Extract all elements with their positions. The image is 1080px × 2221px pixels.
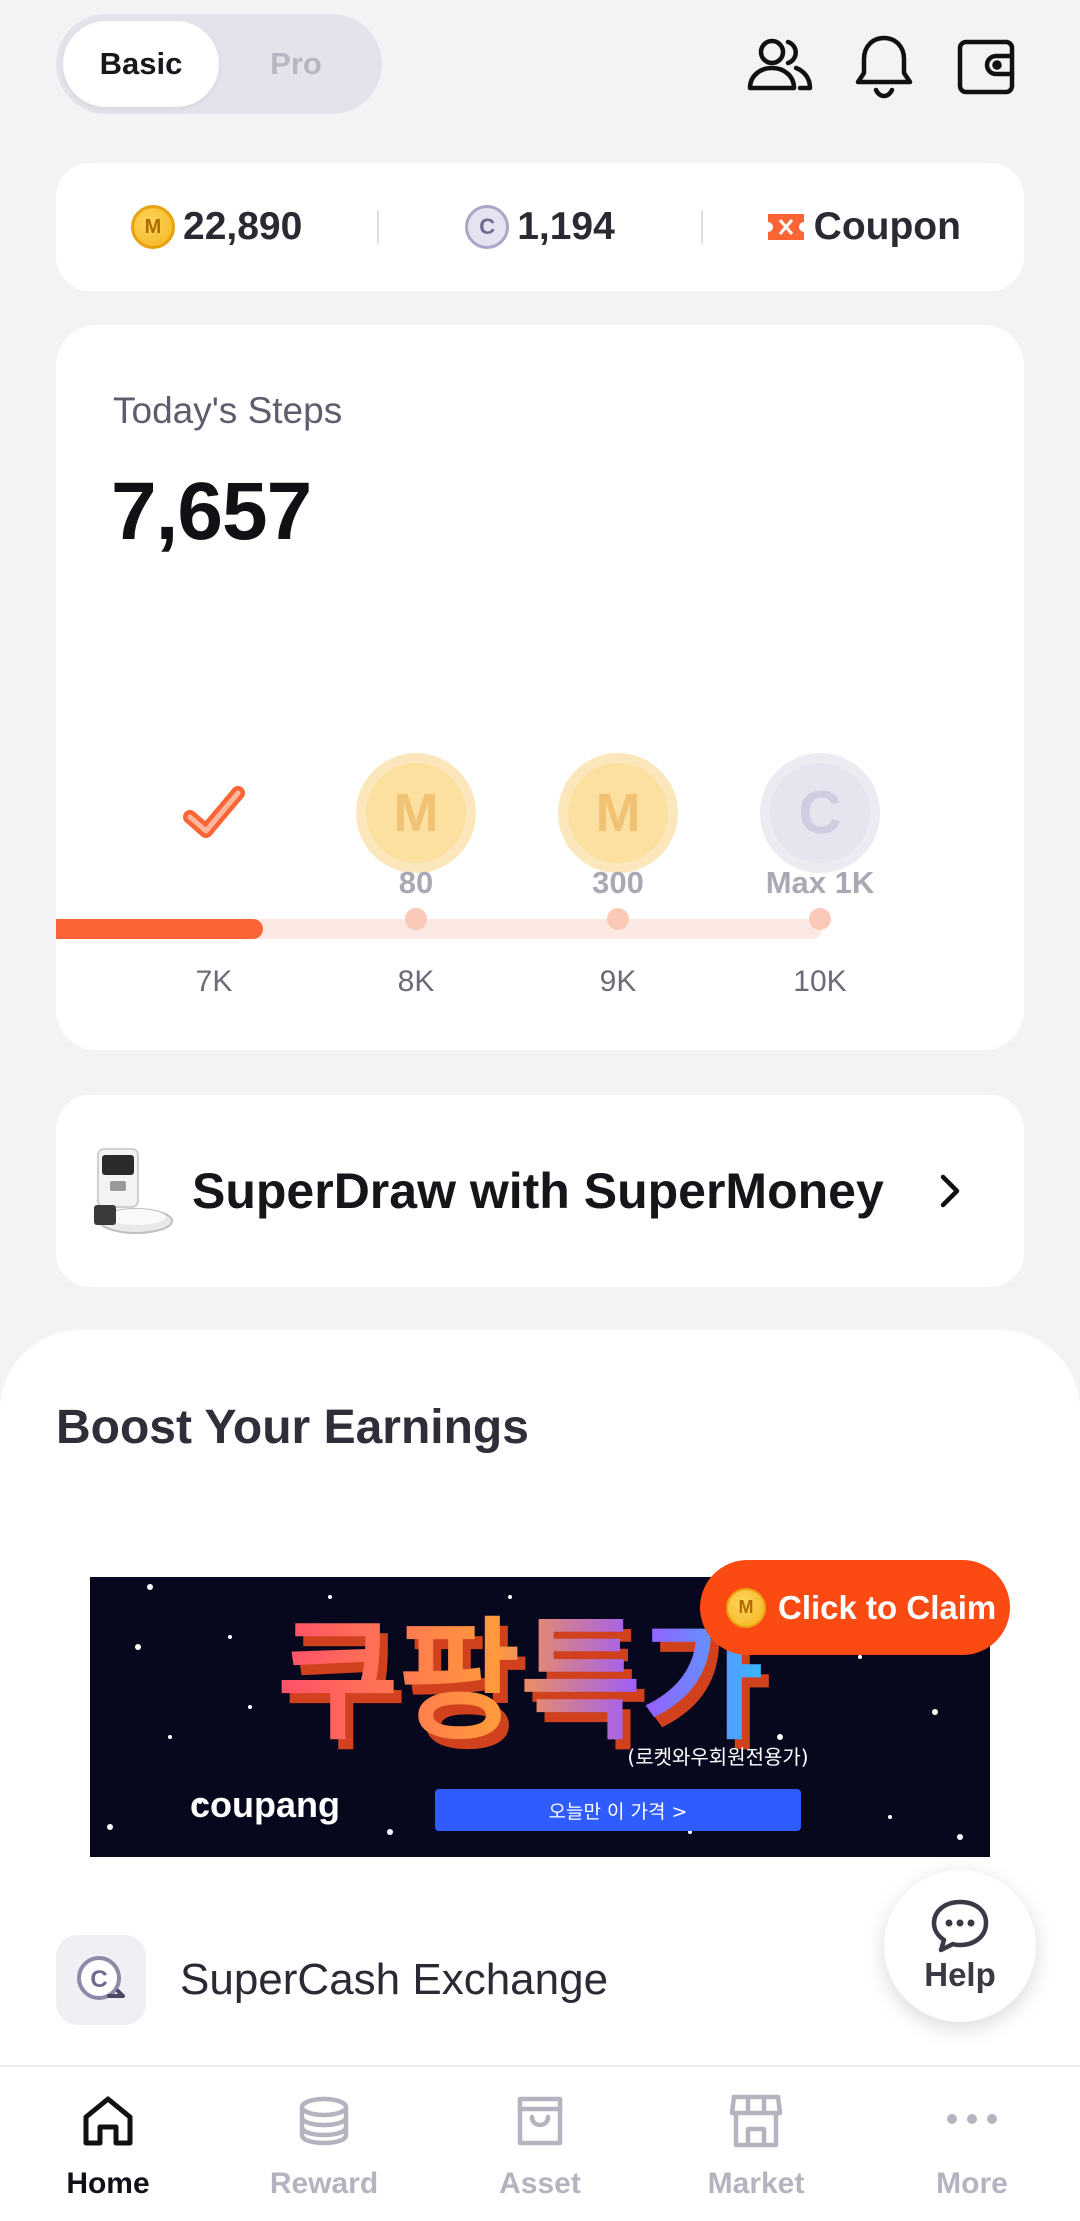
supercash-coin-icon: C [465, 205, 510, 249]
milestone-c-coin-icon[interactable]: C [758, 751, 882, 875]
svg-text:(로켓와우회원전용가): (로켓와우회원전용가) [627, 1745, 808, 1769]
mode-pro-tab[interactable]: Pro [218, 21, 374, 107]
coupon-label: Coupon [813, 205, 961, 248]
coupon-button[interactable]: Coupon [703, 205, 1024, 249]
milestone-reward-label: Max 1K [765, 865, 875, 900]
help-button[interactable]: Help [884, 1870, 1036, 2022]
steps-count: 7,657 [111, 466, 312, 557]
help-label: Help [924, 1956, 996, 1993]
milestone-step-label: 9K [599, 965, 637, 998]
bottom-nav: Home Reward Asset Market More [0, 2065, 1080, 2221]
milestone-reward-label: 300 [592, 865, 644, 900]
milestone-check-icon [152, 751, 276, 875]
progress-dot [405, 908, 427, 930]
milestone-step-label: 8K [397, 965, 435, 998]
supercash-balance[interactable]: C 1,194 [379, 205, 700, 249]
svg-text:오늘만 이 가격 >: 오늘만 이 가격 > [549, 1801, 688, 1823]
nav-asset[interactable]: Asset [432, 2067, 648, 2221]
steps-card: Today's Steps 7,657 M 80 M 300 C Max 1K … [56, 325, 1024, 1050]
balance-card: M 22,890 C 1,194 Coupon [56, 163, 1024, 291]
supermoney-amount: 22,890 [183, 205, 303, 248]
milestone-step-label: 7K [195, 965, 233, 998]
svg-text:쿠팡특가: 쿠팡특가 [277, 1605, 763, 1759]
svg-text:coupang: coupang [190, 1784, 340, 1825]
milestone-step-label: 10K [793, 965, 847, 998]
svg-text:C: C [798, 779, 841, 846]
bag-icon [517, 2096, 563, 2146]
more-dots-icon [947, 2114, 997, 2124]
steps-progress-fill [56, 919, 263, 939]
nav-home[interactable]: Home [0, 2067, 216, 2221]
steps-progress-track [56, 919, 822, 939]
robot-vacuum-image [94, 1148, 173, 1234]
mode-toggle[interactable]: Basic Pro [56, 14, 382, 114]
section-title: Boost Your Earnings [56, 1401, 529, 1454]
nav-label: Market [707, 2167, 805, 2200]
nav-reward[interactable]: Reward [216, 2067, 432, 2221]
svg-text:C: C [90, 1966, 107, 1993]
milestone-m-coin-icon[interactable]: M [354, 751, 478, 875]
nav-label: Home [66, 2167, 150, 2200]
chevron-right-icon [940, 1174, 960, 1208]
superdraw-label: SuperDraw with SuperMoney [192, 1163, 884, 1219]
bell-icon[interactable] [846, 28, 922, 104]
supermoney-coin-icon: M [131, 205, 176, 249]
chat-bubble-icon [931, 1899, 989, 1953]
milestone-reward-label: 80 [398, 865, 434, 900]
exchange-icon: C [56, 1935, 146, 2025]
friends-icon[interactable] [742, 28, 818, 104]
mode-basic-tab[interactable]: Basic [63, 21, 219, 107]
exchange-label: SuperCash Exchange [180, 1955, 609, 2004]
svg-text:M: M [596, 783, 641, 843]
ticket-icon [767, 214, 804, 240]
progress-dot [809, 908, 831, 930]
nav-label: More [936, 2167, 1008, 2200]
home-icon [83, 2096, 133, 2146]
store-icon [729, 2094, 783, 2148]
claim-label: Click to Claim [778, 1588, 997, 1626]
steps-label: Today's Steps [113, 390, 343, 431]
click-to-claim-button[interactable]: M Click to Claim [700, 1560, 1010, 1655]
supermoney-balance[interactable]: M 22,890 [56, 205, 377, 249]
supercash-exchange-item[interactable]: C SuperCash Exchange [56, 1935, 608, 2025]
wallet-icon[interactable] [948, 28, 1024, 104]
top-bar: Basic Pro [56, 14, 1024, 114]
superdraw-card[interactable]: SuperDraw with SuperMoney [56, 1095, 1024, 1287]
svg-text:M: M [394, 783, 439, 843]
nav-label: Reward [269, 2167, 379, 2200]
nav-more[interactable]: More [864, 2067, 1080, 2221]
progress-dot [607, 908, 629, 930]
milestone-m-coin-icon[interactable]: M [556, 751, 680, 875]
coins-stack-icon [299, 2096, 349, 2146]
supermoney-coin-icon: M [726, 1587, 766, 1628]
nav-label: Asset [499, 2167, 581, 2200]
supercash-amount: 1,194 [517, 205, 615, 248]
nav-market[interactable]: Market [648, 2067, 864, 2221]
